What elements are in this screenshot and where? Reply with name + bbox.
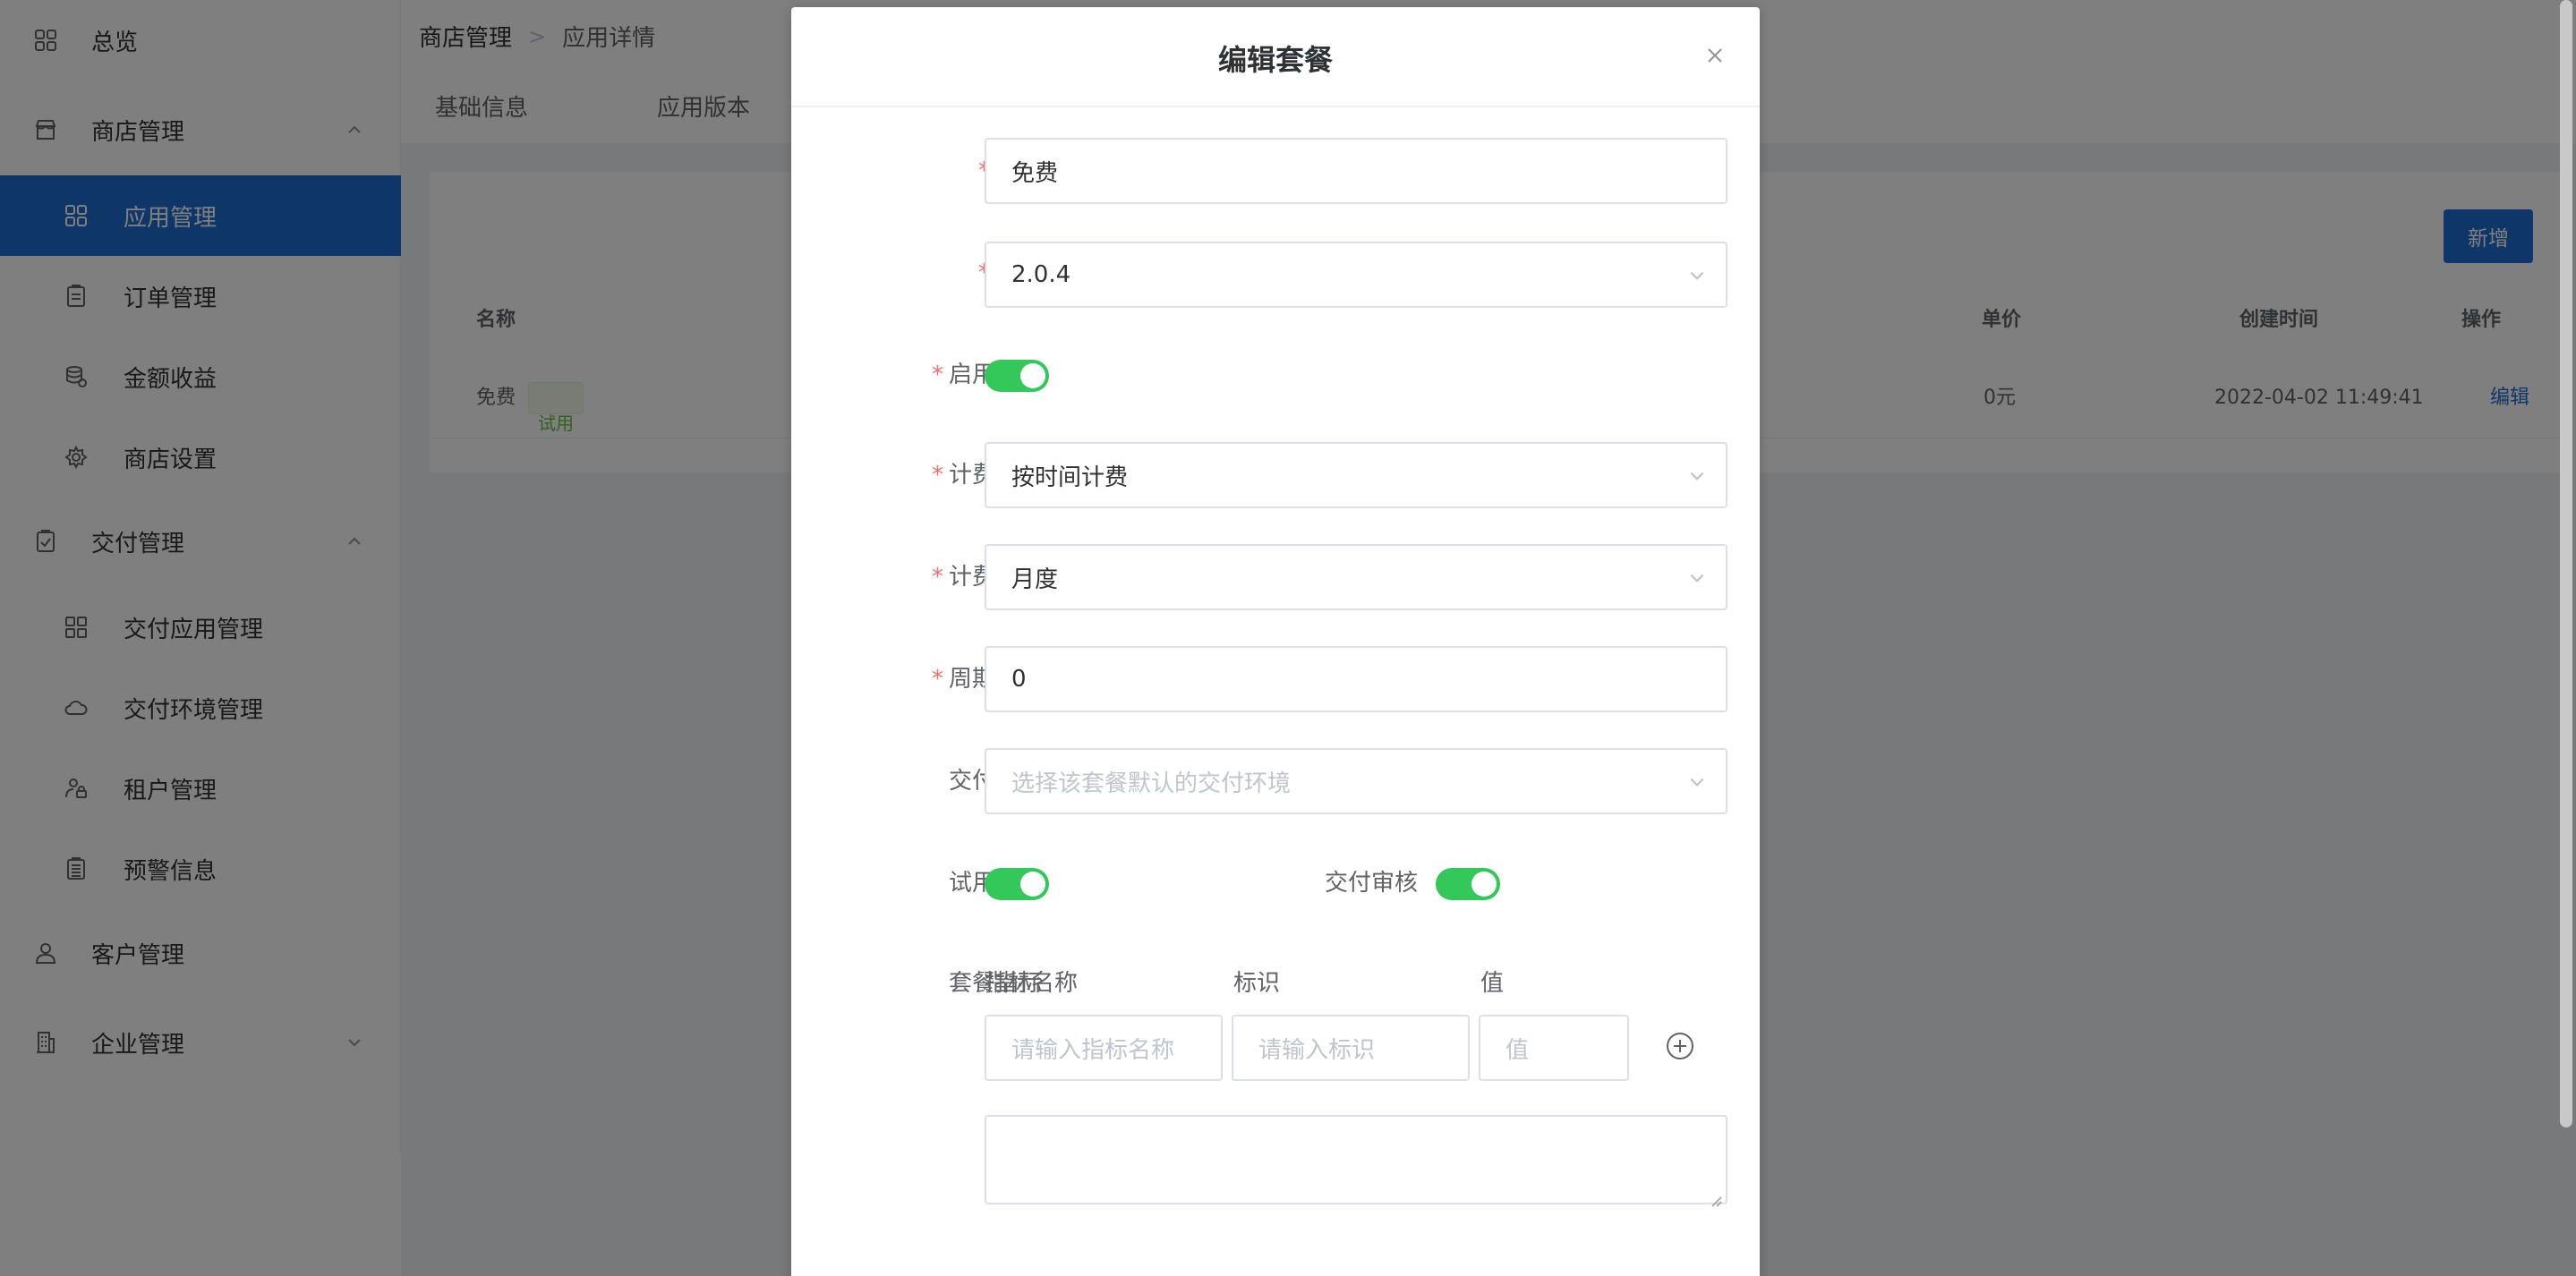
- page-scrollbar[interactable]: [2558, 0, 2576, 1276]
- name-value: 免费: [1011, 159, 1059, 187]
- metric-name-input[interactable]: 请输入指标名称: [985, 1015, 1223, 1081]
- unit-price-value: 0: [1011, 666, 1027, 693]
- delivery-env-select[interactable]: 选择该套餐默认的交付环境: [985, 748, 1727, 814]
- version-value: 2.0.4: [1011, 261, 1071, 288]
- billing-method-select[interactable]: 按时间计费: [985, 442, 1727, 508]
- dialog-title: 编辑套餐: [1217, 43, 1333, 77]
- enabled-switch[interactable]: [985, 360, 1049, 392]
- metrics-col-name: 指标名称: [985, 970, 1079, 997]
- edit-plan-dialog: 编辑套餐 *名称 免费 *版本 2.0.4 *启用状态 *计费方式 按时间计费 …: [791, 7, 1760, 1276]
- chevron-down-icon: [1686, 265, 1708, 286]
- version-select[interactable]: 2.0.4: [985, 242, 1727, 308]
- metrics-col-value: 值: [1480, 970, 1505, 997]
- chevron-down-icon: [1686, 465, 1708, 487]
- description-textarea[interactable]: [985, 1115, 1727, 1207]
- metrics-col-key: 标识: [1233, 970, 1281, 997]
- dialog-header: 编辑套餐: [791, 7, 1760, 107]
- billing-cycle-value: 月度: [1011, 566, 1059, 593]
- delivery-review-switch[interactable]: [1436, 868, 1500, 900]
- add-circle-icon[interactable]: [1665, 1031, 1695, 1061]
- metric-name-placeholder: 请输入指标名称: [1011, 1036, 1175, 1064]
- resize-handle-icon[interactable]: [1710, 1187, 1722, 1207]
- chevron-down-icon: [1686, 567, 1708, 589]
- billing-cycle-select[interactable]: 月度: [985, 544, 1727, 610]
- trial-switch[interactable]: [985, 868, 1049, 900]
- delivery-review-label: 交付审核: [1324, 870, 1418, 897]
- scrollbar-thumb[interactable]: [2560, 0, 2572, 1127]
- metric-key-placeholder: 请输入标识: [1258, 1036, 1376, 1064]
- name-input[interactable]: 免费: [985, 138, 1727, 204]
- metric-key-input[interactable]: 请输入标识: [1232, 1015, 1470, 1081]
- delivery-env-placeholder: 选择该套餐默认的交付环境: [1011, 770, 1292, 797]
- unit-price-input[interactable]: 0: [985, 646, 1727, 712]
- close-icon[interactable]: [1702, 43, 1727, 68]
- chevron-down-icon: [1686, 771, 1708, 793]
- billing-method-value: 按时间计费: [1011, 464, 1129, 491]
- metric-value-placeholder: 值: [1506, 1036, 1530, 1064]
- metric-value-input[interactable]: 值: [1479, 1015, 1629, 1081]
